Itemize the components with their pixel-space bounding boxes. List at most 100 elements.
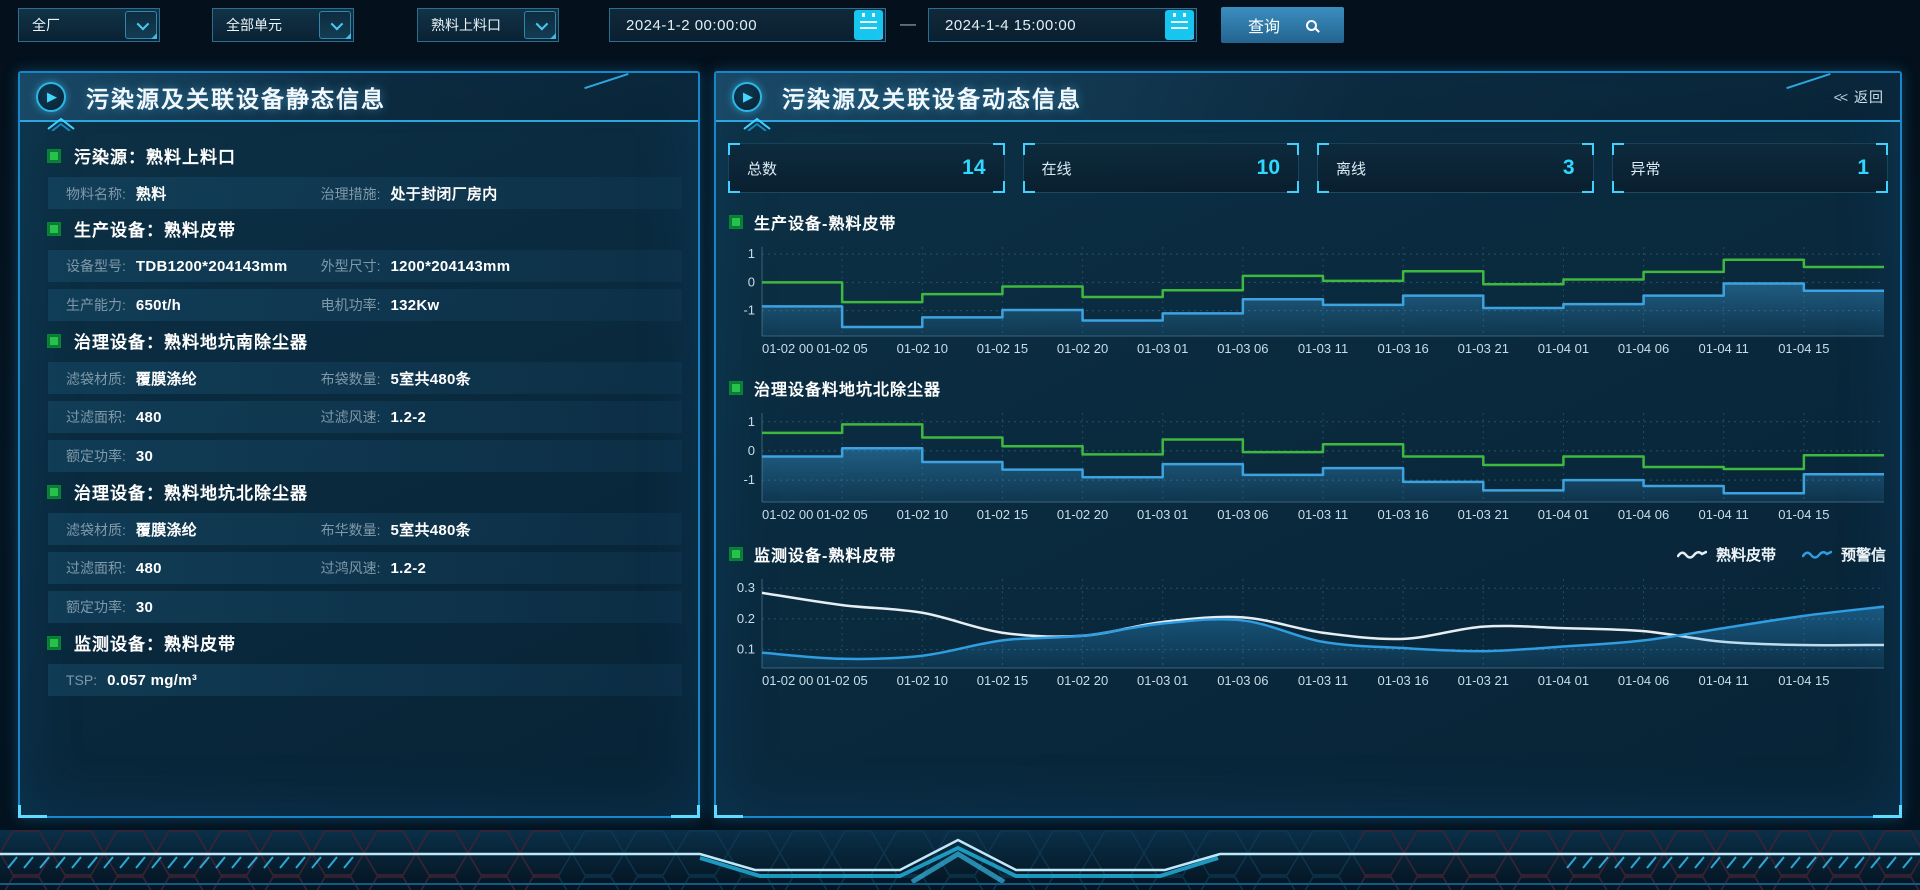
chart-title-bar: 生产设备-熟料皮带 xyxy=(730,210,1888,234)
unit-select[interactable]: 全部单元 xyxy=(212,8,354,42)
svg-text:01-04 11: 01-04 11 xyxy=(1699,507,1749,522)
info-row: 额定功率:30 xyxy=(48,440,682,472)
svg-text:0.1: 0.1 xyxy=(737,642,755,657)
corner-bracket xyxy=(1582,181,1594,193)
info-cell: TSP:0.057 mg/m³ xyxy=(48,672,321,689)
field-label: 电机功率: xyxy=(321,295,381,315)
squiggle-line-icon xyxy=(1677,548,1707,560)
squiggle-line-icon xyxy=(1802,548,1832,560)
svg-text:01-02 10: 01-02 10 xyxy=(897,673,948,688)
stat-value: 3 xyxy=(1563,156,1575,180)
source-select[interactable]: 熟料上料口 xyxy=(417,8,559,42)
calendar-icon[interactable] xyxy=(1165,10,1194,40)
svg-text:01-04 15: 01-04 15 xyxy=(1778,341,1829,356)
svg-text:01-02 05: 01-02 05 xyxy=(816,507,867,522)
info-row: 额定功率:30 xyxy=(48,591,682,623)
calendar-icon[interactable] xyxy=(854,10,883,40)
chart-canvas: 0.30.20.101-02 0001-02 0501-02 1001-02 1… xyxy=(728,572,1892,691)
svg-text:01-04 15: 01-04 15 xyxy=(1778,507,1829,522)
field-label: 过滤面积: xyxy=(66,407,126,427)
svg-text:01-03 11: 01-03 11 xyxy=(1298,673,1348,688)
section-heading: 生产设备：熟料皮带 xyxy=(48,216,682,241)
stat-value: 1 xyxy=(1857,156,1869,180)
corner-bracket xyxy=(1023,181,1035,193)
chart-legend: 熟料皮带 预警信 xyxy=(1677,544,1886,565)
field-value: 132Kw xyxy=(391,297,440,314)
end-datetime-input[interactable]: 2024-1-4 15:00:00 xyxy=(928,8,1197,42)
start-datetime-input[interactable]: 2024-1-2 00:00:00 xyxy=(609,8,886,42)
chevron-down-icon xyxy=(136,17,149,30)
field-value: 1.2-2 xyxy=(391,409,427,426)
static-info-title: 污染源及关联设备静态信息 xyxy=(86,80,386,114)
chevron-down-icon xyxy=(330,17,343,30)
stat-label: 异常 xyxy=(1631,158,1661,179)
green-square-icon xyxy=(730,216,742,228)
svg-text:01-02 20: 01-02 20 xyxy=(1057,341,1108,356)
chevron-down-icon[interactable] xyxy=(524,11,556,39)
svg-text:01-03 06: 01-03 06 xyxy=(1217,341,1268,356)
chevron-up-decoration xyxy=(46,115,76,131)
back-button[interactable]: <<返回 xyxy=(1834,87,1884,107)
svg-text:01-04 11: 01-04 11 xyxy=(1699,673,1749,688)
query-button[interactable]: 查询 xyxy=(1221,7,1344,43)
field-value: 覆膜涤纶 xyxy=(136,368,197,389)
green-square-icon xyxy=(48,223,60,235)
stat-card: 离线 3 xyxy=(1317,143,1594,193)
corner-bracket xyxy=(1582,143,1594,155)
legend-item[interactable]: 预警信 xyxy=(1802,544,1886,565)
svg-text:01-02 05: 01-02 05 xyxy=(816,341,867,356)
svg-text:01-04 06: 01-04 06 xyxy=(1618,507,1669,522)
corner-bracket xyxy=(1612,143,1624,155)
field-label: 过滤面积: xyxy=(66,558,126,578)
field-value: 5室共480条 xyxy=(391,519,471,540)
svg-text:-1: -1 xyxy=(743,303,755,318)
svg-text:01-03 21: 01-03 21 xyxy=(1458,507,1509,522)
legend-item[interactable]: 熟料皮带 xyxy=(1677,544,1776,565)
query-button-label: 查询 xyxy=(1248,13,1280,37)
svg-text:01-02 10: 01-02 10 xyxy=(897,341,948,356)
svg-text:01-03 11: 01-03 11 xyxy=(1298,341,1348,356)
corner-bracket xyxy=(993,181,1005,193)
field-value: 0.057 mg/m³ xyxy=(107,672,197,689)
chevron-up-decoration xyxy=(742,115,772,131)
info-row: 滤袋材质:覆膜涤纶布袋数量:5室共480条 xyxy=(48,362,682,394)
stat-label: 在线 xyxy=(1042,158,1072,179)
info-row: 滤袋材质:覆膜涤纶布华数量:5室共480条 xyxy=(48,513,682,545)
info-cell: 滤袋材质:覆膜涤纶 xyxy=(48,368,321,389)
dynamic-info-header: ▶ 污染源及关联设备动态信息 <<返回 xyxy=(716,73,1900,122)
chart-title-bar: 监测设备-熟料皮带熟料皮带预警信 xyxy=(730,542,1888,566)
svg-text:01-02 00: 01-02 00 xyxy=(762,341,813,356)
play-circle-icon: ▶ xyxy=(36,82,66,112)
svg-text:01-02 00: 01-02 00 xyxy=(762,673,813,688)
field-value: 1.2-2 xyxy=(391,560,427,577)
footer-decoration xyxy=(0,830,1920,890)
field-value: 650t/h xyxy=(136,297,181,314)
field-label: 滤袋材质: xyxy=(66,520,126,540)
svg-text:0.2: 0.2 xyxy=(737,611,755,626)
svg-text:1: 1 xyxy=(748,414,755,429)
stat-value: 10 xyxy=(1257,156,1280,180)
plant-select[interactable]: 全厂 xyxy=(18,8,160,42)
stat-label: 离线 xyxy=(1336,158,1366,179)
chart-block-monitoring: 监测设备-熟料皮带熟料皮带预警信0.30.20.101-02 0001-02 0… xyxy=(728,542,1888,691)
green-square-icon xyxy=(48,335,60,347)
svg-text:01-03 06: 01-03 06 xyxy=(1217,507,1268,522)
corner-bracket xyxy=(728,143,740,155)
chevron-down-icon[interactable] xyxy=(319,11,351,39)
info-row: 生产能力:650t/h电机功率: 132Kw xyxy=(48,289,682,321)
svg-text:01-04 06: 01-04 06 xyxy=(1618,673,1669,688)
field-value: TDB1200*204143mm xyxy=(136,258,288,275)
info-cell: 布袋数量:5室共480条 xyxy=(321,368,682,389)
corner-bracket xyxy=(1876,181,1888,193)
chevron-down-icon[interactable] xyxy=(125,11,157,39)
svg-text:01-03 06: 01-03 06 xyxy=(1217,673,1268,688)
chart-title: 治理设备料地坑北除尘器 xyxy=(754,376,941,400)
info-cell: 生产能力:650t/h xyxy=(48,295,321,315)
double-chevron-left-icon: << xyxy=(1834,89,1846,105)
stat-card: 总数14 xyxy=(728,143,1005,193)
info-row: 过滤面积:480过滤风速:1.2-2 xyxy=(48,401,682,433)
section-heading-label: 治理设备：熟料地坑南除尘器 xyxy=(74,328,308,353)
green-square-icon xyxy=(48,486,60,498)
svg-text:-1: -1 xyxy=(743,472,755,487)
corner-bracket xyxy=(1612,181,1624,193)
